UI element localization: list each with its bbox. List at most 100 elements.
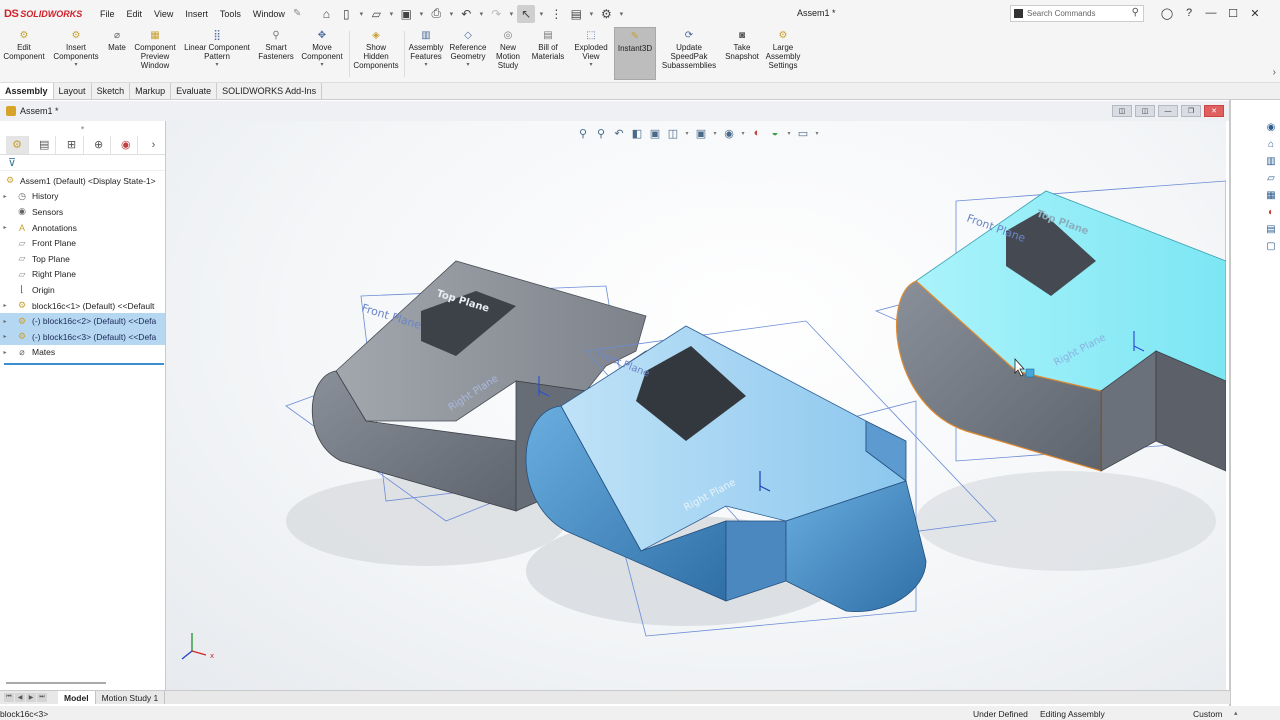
expand-arrow-icon[interactable]: ▸ xyxy=(0,302,10,309)
chevron-right-icon[interactable]: › xyxy=(142,136,165,154)
menu-edit[interactable]: Edit xyxy=(121,9,149,19)
new-document-icon[interactable]: ▯ xyxy=(337,5,355,23)
exploded-view-button[interactable]: ⬚ Exploded View ▾ xyxy=(571,29,611,70)
home-icon[interactable]: ⌂ xyxy=(1264,138,1278,151)
smart-fasteners-button[interactable]: ⚲ Smart Fasteners xyxy=(256,29,296,62)
file-properties-icon[interactable]: ▤ xyxy=(567,5,585,23)
move-component-dropdown-icon[interactable]: ▾ xyxy=(298,61,346,70)
assembly-model-view[interactable]: Front Plane Top Plane Right Plane Right … xyxy=(166,121,1226,690)
assembly-features-button[interactable]: ▥ Assembly Features ▾ xyxy=(406,29,446,70)
show-hidden-components-button[interactable]: ◈ Show Hidden Components xyxy=(351,29,401,71)
view-palette-icon[interactable]: ▦ xyxy=(1264,189,1278,202)
menu-view[interactable]: View xyxy=(148,9,179,19)
save-icon[interactable]: ▣ xyxy=(397,5,415,23)
open-folder-icon[interactable]: ▱ xyxy=(367,5,385,23)
feature-tree-tab-icon[interactable]: ⚙ xyxy=(6,135,30,154)
document-tab[interactable]: Assem1 * xyxy=(0,106,59,116)
insert-components-dropdown-icon[interactable]: ▾ xyxy=(50,61,102,70)
edit-component-button[interactable]: ⚙ Edit Component xyxy=(2,29,46,62)
solidworks-resources-icon[interactable]: ◉ xyxy=(1264,121,1278,134)
redo-icon[interactable]: ↷ xyxy=(487,5,505,23)
options-dropdown-icon[interactable]: ▾ xyxy=(617,10,625,18)
menu-tools[interactable]: Tools xyxy=(214,9,247,19)
tree-item-right-plane[interactable]: ▱ Right Plane xyxy=(0,267,165,283)
expand-arrow-icon[interactable]: ▸ xyxy=(0,318,10,325)
file-explorer-icon[interactable]: ▱ xyxy=(1264,172,1278,185)
tree-item-block16c-1[interactable]: ▸ ⚙ block16c<1> (Default) <<Default xyxy=(0,298,165,314)
component-preview-window-button[interactable]: ▦ Component Preview Window xyxy=(131,29,179,71)
linear-component-pattern-button[interactable]: ⣿ Linear Component Pattern ▾ xyxy=(181,29,253,70)
expand-arrow-icon[interactable]: ▸ xyxy=(0,193,10,200)
instant3d-button[interactable]: ✎ Instant3D xyxy=(614,27,656,80)
tree-item-assem1[interactable]: ⚙ Assem1 (Default) <Display State-1> xyxy=(0,173,165,189)
tile-vertical-icon[interactable]: ◫ xyxy=(1135,105,1155,117)
tree-item-mates[interactable]: ▸ ⌀ Mates xyxy=(0,345,165,361)
tree-item-block16c-2[interactable]: ▸ ⚙ (-) block16c<2> (Default) <<Defa xyxy=(0,313,165,329)
expand-arrow-icon[interactable]: ▸ xyxy=(0,349,10,356)
new-dropdown-icon[interactable]: ▾ xyxy=(357,10,365,18)
tab-solidworks-add-ins[interactable]: SOLIDWORKS Add-Ins xyxy=(217,83,323,99)
new-motion-study-button[interactable]: ◎ New Motion Study xyxy=(491,29,525,71)
search-commands-field[interactable]: Search Commands ⚲ xyxy=(1010,5,1144,22)
traffic-light-icon[interactable]: ⋮ xyxy=(547,5,565,23)
close-icon[interactable]: ✕ xyxy=(1248,5,1262,21)
home-icon[interactable]: ⌂ xyxy=(317,5,335,23)
solidworks-logo[interactable]: DS SOLIDWORKS xyxy=(0,8,90,20)
select-dropdown-icon[interactable]: ▾ xyxy=(537,10,545,18)
doc-minimize-icon[interactable]: — xyxy=(1158,105,1178,117)
tab-layout[interactable]: Layout xyxy=(54,83,92,99)
custom-properties-icon[interactable]: ▤ xyxy=(1264,223,1278,236)
options-gear-icon[interactable]: ⚙ xyxy=(597,5,615,23)
reference-geometry-button[interactable]: ◇ Reference Geometry ▾ xyxy=(447,29,489,70)
take-snapshot-button[interactable]: ◙ Take Snapshot xyxy=(722,29,762,62)
tab-markup[interactable]: Markup xyxy=(130,83,172,99)
help-icon[interactable]: ? xyxy=(1182,5,1196,21)
maximize-icon[interactable]: ☐ xyxy=(1226,5,1240,21)
print-icon[interactable]: ⎙ xyxy=(427,5,445,23)
search-menu-icon[interactable] xyxy=(1014,9,1023,18)
redo-dropdown-icon[interactable]: ▾ xyxy=(507,10,515,18)
tile-horizontal-icon[interactable]: ◫ xyxy=(1112,105,1132,117)
property-manager-tab-icon[interactable]: ▤ xyxy=(33,135,57,154)
search-input[interactable]: Search Commands xyxy=(1027,9,1095,18)
prev-tab-icon[interactable]: ◀ xyxy=(15,693,25,702)
doc-close-icon[interactable]: ✕ xyxy=(1204,105,1224,117)
tree-item-origin[interactable]: ⌊ Origin xyxy=(0,282,165,298)
dimxpert-tab-icon[interactable]: ⊕ xyxy=(88,135,111,154)
configuration-manager-tab-icon[interactable]: ⊞ xyxy=(60,135,84,154)
chevron-right-icon[interactable]: › xyxy=(1273,67,1276,78)
tab-evaluate[interactable]: Evaluate xyxy=(171,83,218,99)
menu-insert[interactable]: Insert xyxy=(179,9,214,19)
move-component-button[interactable]: ✥ Move Component ▾ xyxy=(298,29,346,70)
open-dropdown-icon[interactable]: ▾ xyxy=(387,10,395,18)
tree-item-history[interactable]: ▸ ◷ History xyxy=(0,189,165,205)
select-cursor-icon[interactable]: ↖ xyxy=(517,4,536,23)
reference-geometry-dropdown-icon[interactable]: ▾ xyxy=(447,61,489,70)
tree-item-front-plane[interactable]: ▱ Front Plane xyxy=(0,235,165,251)
tree-item-block16c-3[interactable]: ▸ ⚙ (-) block16c<3> (Default) <<Defa xyxy=(0,328,165,345)
file-properties-dropdown-icon[interactable]: ▾ xyxy=(587,10,595,18)
units-dropdown-arrow-icon[interactable]: ▴ xyxy=(1234,709,1238,717)
search-icon[interactable]: ⚲ xyxy=(1132,7,1139,18)
horizontal-scrollbar[interactable] xyxy=(6,682,106,684)
tab-model[interactable]: Model xyxy=(58,691,96,704)
next-tab-icon[interactable]: ▶ xyxy=(26,693,36,702)
design-library-icon[interactable]: ▥ xyxy=(1264,155,1278,168)
first-tab-icon[interactable]: ⏮ xyxy=(4,693,14,702)
pin-icon[interactable]: ✎ xyxy=(293,8,301,19)
large-assembly-settings-button[interactable]: ⚙ Large Assembly Settings xyxy=(764,29,802,71)
tree-item-top-plane[interactable]: ▱ Top Plane xyxy=(0,251,165,267)
panel-grip[interactable]: ⁕ xyxy=(0,121,165,135)
tab-assembly[interactable]: Assembly xyxy=(0,83,54,99)
assembly-features-dropdown-icon[interactable]: ▾ xyxy=(406,61,446,70)
filter-icon[interactable]: ⊽ xyxy=(0,155,165,171)
doc-restore-icon[interactable]: ❐ xyxy=(1181,105,1201,117)
save-dropdown-icon[interactable]: ▾ xyxy=(417,10,425,18)
undo-dropdown-icon[interactable]: ▾ xyxy=(477,10,485,18)
unit-system-dropdown[interactable]: Custom xyxy=(1193,709,1222,719)
part-block16c-3[interactable]: Front Plane Top Plane Right Plane xyxy=(874,180,1226,472)
tree-item-annotations[interactable]: ▸ A Annotations xyxy=(0,220,165,236)
minimize-icon[interactable]: — xyxy=(1204,5,1218,21)
tab-sketch[interactable]: Sketch xyxy=(92,83,131,99)
drag-handle-icon[interactable] xyxy=(1025,368,1035,378)
